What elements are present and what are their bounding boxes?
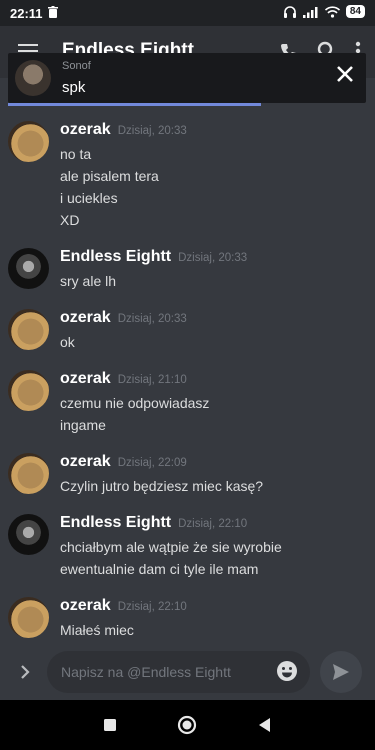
message-timestamp: Dzisiaj, 20:33: [178, 252, 248, 264]
signal-icon: [302, 6, 318, 18]
avatar[interactable]: [8, 309, 49, 350]
avatar[interactable]: [8, 453, 49, 494]
message-text: ewentualnie dam ci tyle ile mam: [60, 561, 259, 577]
message-text: czemu nie odpowiadasz: [60, 395, 210, 411]
message-timestamp: Dzisiaj, 21:10: [117, 374, 187, 386]
message-list: ozerak Dzisiaj, 20:33 no ta ale pisalem ter…: [0, 114, 375, 651]
message-timestamp: Dzisiaj, 22:10: [178, 518, 248, 530]
message-author[interactable]: ozerak: [60, 597, 111, 615]
nav-home-icon[interactable]: [177, 715, 197, 735]
status-icons: 84: [283, 5, 365, 18]
message-text: XD: [60, 212, 80, 228]
avatar[interactable]: [8, 514, 49, 555]
wifi-icon: [324, 5, 340, 18]
emoji-icon[interactable]: [276, 660, 298, 682]
android-nav-bar: [0, 700, 375, 750]
notification-progress: [8, 103, 261, 106]
nav-back-icon[interactable]: [255, 715, 275, 735]
message-text: ingame: [60, 417, 106, 433]
message-author[interactable]: ozerak: [60, 370, 111, 388]
message-text: sry ale lh: [60, 273, 117, 289]
nav-recents-icon[interactable]: [100, 715, 120, 735]
message-author[interactable]: Endless Eightt: [60, 514, 171, 532]
message-item[interactable]: Endless Eightt Dzisiaj, 20:33 sry ale lh: [0, 241, 375, 302]
message-item[interactable]: ozerak Dzisiaj, 22:09 Czylin jutro będzies…: [0, 446, 375, 507]
status-bar: 22:11 84: [0, 0, 375, 26]
message-input[interactable]: [47, 651, 310, 693]
avatar[interactable]: [8, 121, 49, 162]
message-timestamp: Dzisiaj, 22:10: [117, 601, 187, 613]
message-item[interactable]: Endless Eightt Dzisiaj, 22:10 chciałbym al…: [0, 507, 375, 590]
message-timestamp: Dzisiaj, 22:09: [117, 457, 187, 469]
message-header: ozerak Dzisiaj, 20:33: [60, 309, 375, 331]
send-icon: [333, 664, 349, 680]
notification-sender: Sonof: [62, 60, 91, 72]
close-icon[interactable]: [333, 62, 357, 86]
avatar[interactable]: [8, 597, 49, 638]
message-notification[interactable]: Sonof spk: [8, 53, 366, 103]
message-text: ale pisalem tera: [60, 168, 159, 184]
message-header: ozerak Dzisiaj, 21:10: [60, 370, 375, 392]
message-timestamp: Dzisiaj, 20:33: [117, 125, 187, 137]
headphones-icon: [283, 6, 296, 18]
notification-avatar: [15, 60, 51, 96]
message-text: i uciekles: [60, 190, 118, 206]
notification-preview: spk: [62, 79, 86, 96]
send-button[interactable]: [320, 651, 362, 693]
message-item[interactable]: ozerak Dzisiaj, 22:10 Miałeś miec: [0, 590, 375, 651]
composer: [0, 647, 375, 697]
message-author[interactable]: ozerak: [60, 121, 111, 139]
status-time: 22:11: [10, 6, 43, 21]
message-text: Miałeś miec: [60, 622, 134, 638]
trash-icon: [48, 6, 58, 18]
message-text: no ta: [60, 146, 92, 162]
message-item[interactable]: ozerak Dzisiaj, 20:33 ok: [0, 302, 375, 363]
message-item[interactable]: ozerak Dzisiaj, 21:10 czemu nie odpowiadas…: [0, 363, 375, 446]
chevron-right-icon[interactable]: [18, 663, 32, 681]
message-item[interactable]: ozerak Dzisiaj, 20:33 no ta ale pisalem ter…: [0, 114, 375, 241]
message-header: Endless Eightt Dzisiaj, 20:33: [60, 248, 375, 270]
message-author[interactable]: ozerak: [60, 453, 111, 471]
avatar[interactable]: [8, 248, 49, 289]
message-text: chciałbym ale wątpie że sie wyrobie: [60, 539, 282, 555]
message-author[interactable]: Endless Eightt: [60, 248, 171, 266]
message-text: Czylin jutro będziesz miec kasę?: [60, 478, 264, 494]
battery-icon: 84: [345, 5, 365, 18]
message-header: ozerak Dzisiaj, 20:33: [60, 121, 375, 143]
message-header: Endless Eightt Dzisiaj, 22:10: [60, 514, 375, 536]
message-header: ozerak Dzisiaj, 22:10: [60, 597, 375, 619]
message-timestamp: Dzisiaj, 20:33: [117, 313, 187, 325]
message-text: ok: [60, 334, 75, 350]
message-header: ozerak Dzisiaj, 22:09: [60, 453, 375, 475]
avatar[interactable]: [8, 370, 49, 411]
message-author[interactable]: ozerak: [60, 309, 111, 327]
